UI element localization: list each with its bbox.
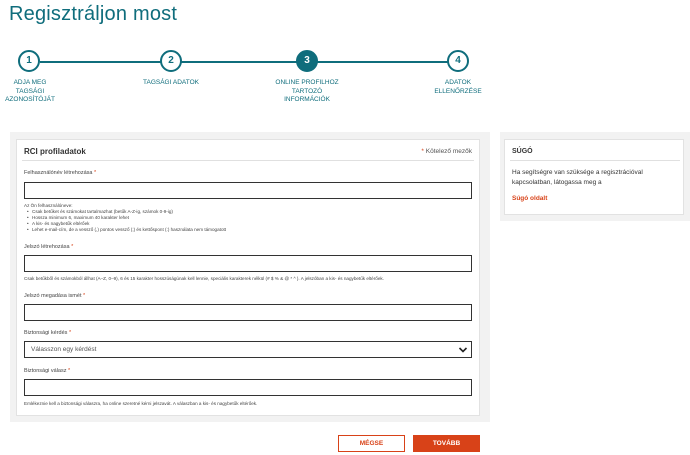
section-divider [22,160,474,161]
security-question-select[interactable]: Válasszon egy kérdést [24,341,472,358]
username-label-text: Felhasználónév létrehozása [24,170,93,176]
security-question-required-star: * [68,330,72,336]
password-confirm-required-star: * [83,293,86,299]
security-question-label-text: Biztonsági kérdés [24,330,68,336]
help-text: Ha segítségre van szüksége a regisztráci… [512,169,643,186]
password-confirm-label-text: Jelszó megadása ismét [24,293,82,299]
registration-stepper: 1 ADJA MEG TAGSÁGI AZONOSÍTÓJÁT 2 TAGSÁG… [0,0,690,120]
security-answer-input[interactable] [24,379,472,396]
security-question-label: Biztonsági kérdés * [24,330,71,336]
username-hint: Az Ön felhasználóneve: Csak betűket és s… [24,203,470,233]
password-label-text: Jelszó létrehozása [24,244,70,250]
cancel-button[interactable]: MÉGSE [338,435,405,452]
help-divider [510,160,680,161]
security-answer-label: Biztonsági válasz * [24,368,70,374]
username-label: Felhasználónév létrehozása * [24,170,96,176]
section-title: RCI profiladatok [24,147,86,156]
password-hint: Csak betűkből és számokból állhat (A–Z, … [24,276,384,281]
required-fields-note: * Kötelező mezők [421,148,472,155]
step-4-label: ADATOK ELLENŐRZÉSE [434,79,482,95]
required-star: * [421,148,424,155]
required-note-text: Kötelező mezők [425,148,472,155]
security-answer-hint: Emlékeznie kell a biztonsági válaszra, h… [24,401,258,406]
password-confirm-label: Jelszó megadása ismét * [24,293,85,299]
chevron-down-icon [455,342,471,357]
step-1-circle: 1 [18,50,40,72]
security-answer-label-text: Biztonsági válasz [24,368,67,374]
help-page-link[interactable]: Súgó oldalt [512,195,547,202]
username-required-star: * [94,170,97,176]
step-4-circle: 4 [447,50,469,72]
password-confirm-input[interactable] [24,304,472,321]
step-2-circle: 2 [160,50,182,72]
step-3-circle: 3 [296,50,318,72]
step-1-label: ADJA MEG TAGSÁGI AZONOSÍTÓJÁT [5,79,55,103]
username-hint-item: Lehet e-mail-cím, de a vessző (,) pontos… [24,227,470,233]
username-input[interactable] [24,182,472,199]
username-hint-list: Csak betűket és számokat tartalmazhat (b… [24,209,470,233]
password-input[interactable] [24,255,472,272]
password-label: Jelszó létrehozása * [24,244,73,250]
password-required-star: * [71,244,74,250]
stepper-line [40,61,455,63]
security-question-selected: Válasszon egy kérdést [31,346,97,353]
help-title: SÚGÓ [512,148,533,155]
step-2-label: TAGSÁGI ADATOK [143,79,199,86]
step-3-label: ONLINE PROFILHOZ TARTOZÓ INFORMÁCIÓK [275,79,339,103]
security-answer-required-star: * [68,368,71,374]
next-button[interactable]: TOVÁBB [413,435,480,452]
